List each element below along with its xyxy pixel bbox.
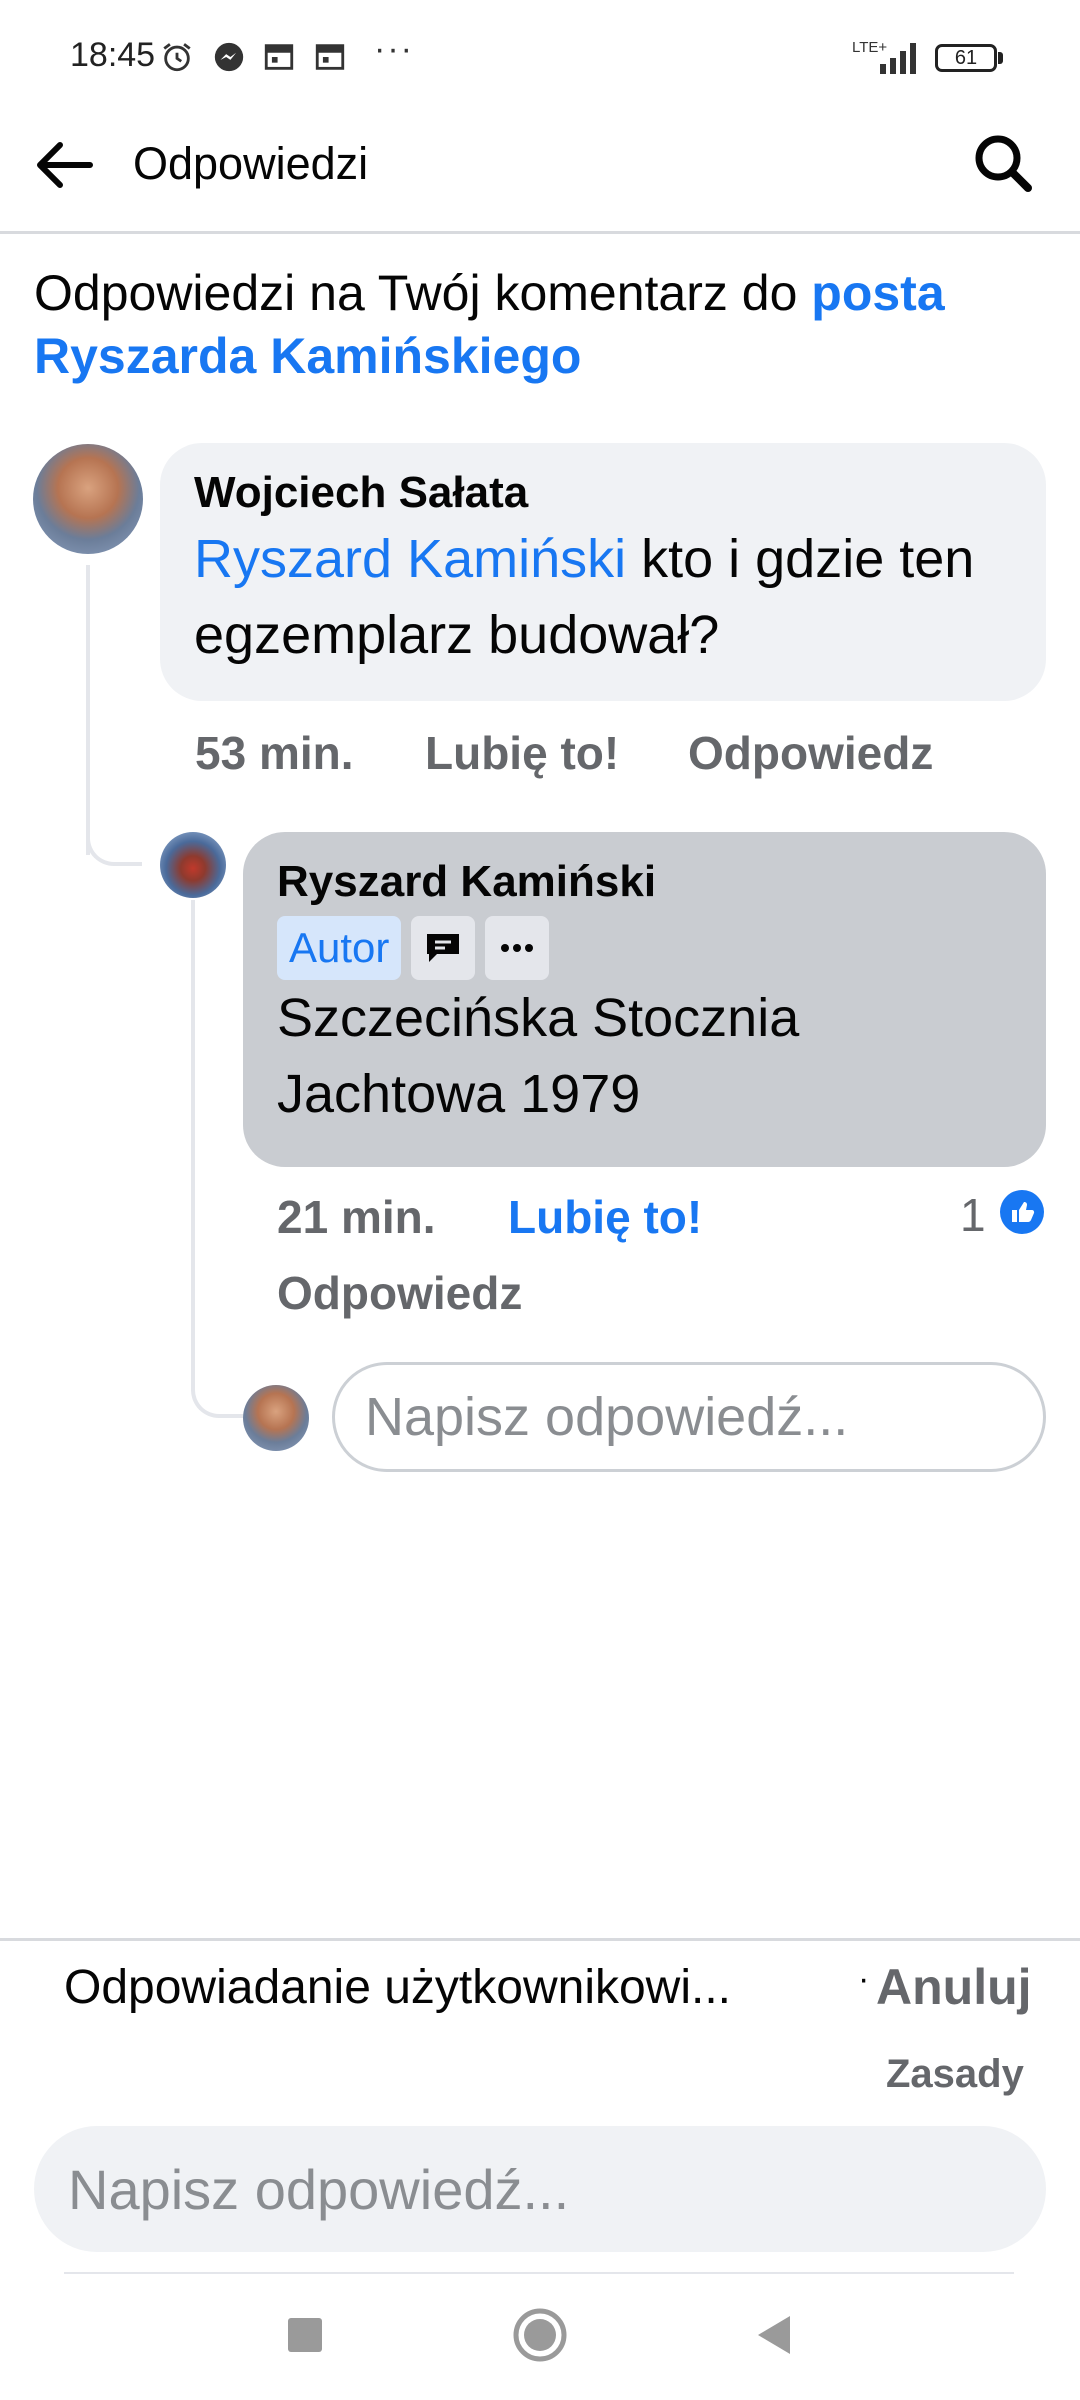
comment-bubble[interactable]: Ryszard Kamiński Autor Szczecińska Stocz… xyxy=(243,832,1046,1167)
rules-link[interactable]: Zasady xyxy=(886,2052,1024,2097)
alarm-icon xyxy=(163,43,191,72)
header-text: Odpowiedzi na Twój komentarz do xyxy=(34,265,812,321)
comment-author[interactable]: Wojciech Sałata xyxy=(194,465,1012,521)
calendar-icon xyxy=(264,44,294,70)
separator-dot: · xyxy=(858,1960,870,1998)
more-notifications-icon: ··· xyxy=(374,30,414,68)
signal-icon xyxy=(880,43,916,74)
like-button[interactable]: Lubię to! xyxy=(425,726,619,780)
reply-input[interactable]: Napisz odpowiedź... xyxy=(332,1362,1046,1472)
thread-curve xyxy=(86,818,142,866)
home-icon[interactable] xyxy=(505,2300,575,2370)
like-reaction-icon xyxy=(1000,1190,1044,1234)
composer-divider xyxy=(0,1938,1080,1941)
replying-to-label: Odpowiadanie użytkownikowi... xyxy=(64,1961,732,2014)
cancel-button[interactable]: Anuluj xyxy=(876,1958,1032,2016)
comment-composer-input[interactable]: Napisz odpowiedź... xyxy=(34,2126,1046,2252)
comment-text: Ryszard Kamiński kto i gdzie ten egzempl… xyxy=(194,521,1012,673)
battery-tip xyxy=(998,52,1003,64)
comment-author[interactable]: Ryszard Kamiński xyxy=(277,854,1012,910)
search-icon[interactable] xyxy=(968,128,1038,198)
comment-time: 53 min. xyxy=(195,727,354,779)
avatar[interactable] xyxy=(33,444,143,554)
author-badge: Autor xyxy=(277,916,402,980)
reply-button[interactable]: Odpowiedz xyxy=(277,1266,522,1320)
like-button[interactable]: Lubię to! xyxy=(508,1190,702,1244)
page-title: Odpowiedzi xyxy=(133,138,369,189)
calendar-icon xyxy=(315,44,345,70)
messenger-icon xyxy=(214,42,244,72)
reaction-count[interactable]: 1 xyxy=(960,1188,986,1242)
avatar xyxy=(243,1385,309,1451)
mention-link[interactable]: Ryszard Kamiński xyxy=(194,529,626,589)
more-options-icon[interactable] xyxy=(485,916,550,980)
reply-button[interactable]: Odpowiedz xyxy=(688,726,933,780)
replies-header: Odpowiedzi na Twój komentarz do posta Ry… xyxy=(34,262,1044,388)
composer-underline xyxy=(64,2272,1014,2274)
battery-icon: 61 xyxy=(935,44,997,72)
status-time: 18:45 xyxy=(70,36,156,74)
comment-bubble[interactable]: Wojciech Sałata Ryszard Kamiński kto i g… xyxy=(160,443,1046,701)
back-nav-icon[interactable] xyxy=(740,2300,810,2370)
thread-curve xyxy=(191,1370,243,1418)
top-divider xyxy=(0,231,1080,234)
thread-line xyxy=(191,900,195,1380)
comment-time: 21 min. xyxy=(277,1191,436,1243)
avatar[interactable] xyxy=(160,832,226,898)
badges-row: Autor xyxy=(277,916,1012,980)
back-arrow-icon[interactable] xyxy=(30,130,100,200)
thread-line xyxy=(86,565,90,855)
comment-body: Szczecińska Stocznia Jachtowa 1979 xyxy=(277,988,800,1124)
recent-apps-icon[interactable] xyxy=(270,2300,340,2370)
conversation-starter-icon xyxy=(411,916,476,980)
